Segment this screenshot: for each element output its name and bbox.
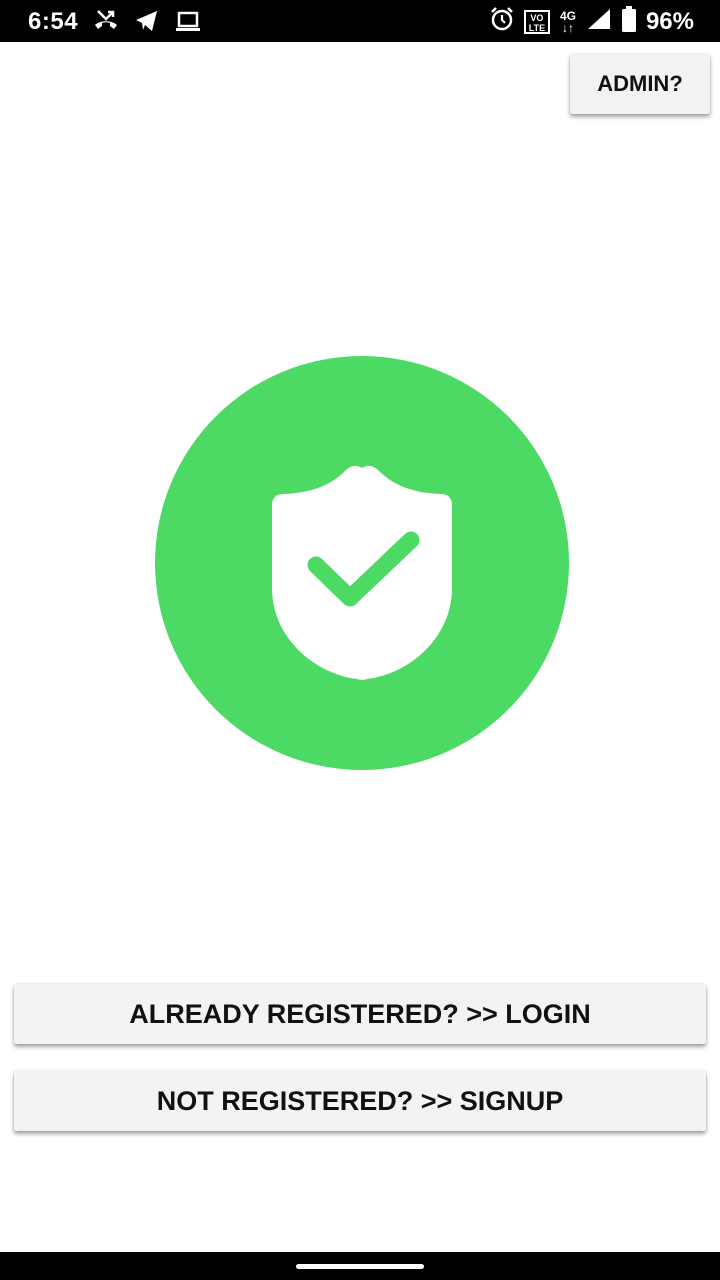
battery-icon [621, 6, 636, 37]
volte-label-top: VO [530, 12, 544, 23]
laptop-icon [174, 9, 202, 38]
shield-check-icon [155, 356, 569, 770]
network-arrows: ↓↑ [561, 20, 574, 35]
signup-button[interactable]: NOT REGISTERED? >> SIGNUP [14, 1071, 706, 1131]
home-gesture-handle[interactable] [296, 1264, 424, 1269]
login-button[interactable]: ALREADY REGISTERED? >> LOGIN [14, 984, 706, 1044]
signal-icon [586, 7, 612, 36]
volte-label-bottom: LTE [528, 22, 546, 33]
app-logo [155, 356, 569, 770]
navigation-bar [0, 1252, 720, 1280]
app-screen: 6:54 VO LTE 4G ↓↑ 96% ADMIN? ALREADY REG… [0, 0, 720, 1280]
admin-button[interactable]: ADMIN? [570, 54, 710, 114]
status-bar: 6:54 VO LTE 4G ↓↑ 96% [0, 0, 720, 42]
status-right-icons: VO LTE 4G ↓↑ 96% [490, 6, 694, 37]
network-4g-icon: 4G ↓↑ [560, 10, 576, 34]
missed-call-icon [92, 8, 120, 39]
status-time: 6:54 [28, 8, 79, 35]
network-label: 4G [559, 8, 576, 23]
alarm-icon [490, 6, 514, 37]
status-left-icons [92, 8, 202, 39]
battery-percent: 96% [645, 7, 694, 35]
volte-icon: VO LTE [523, 9, 550, 34]
telegram-icon [134, 9, 160, 38]
